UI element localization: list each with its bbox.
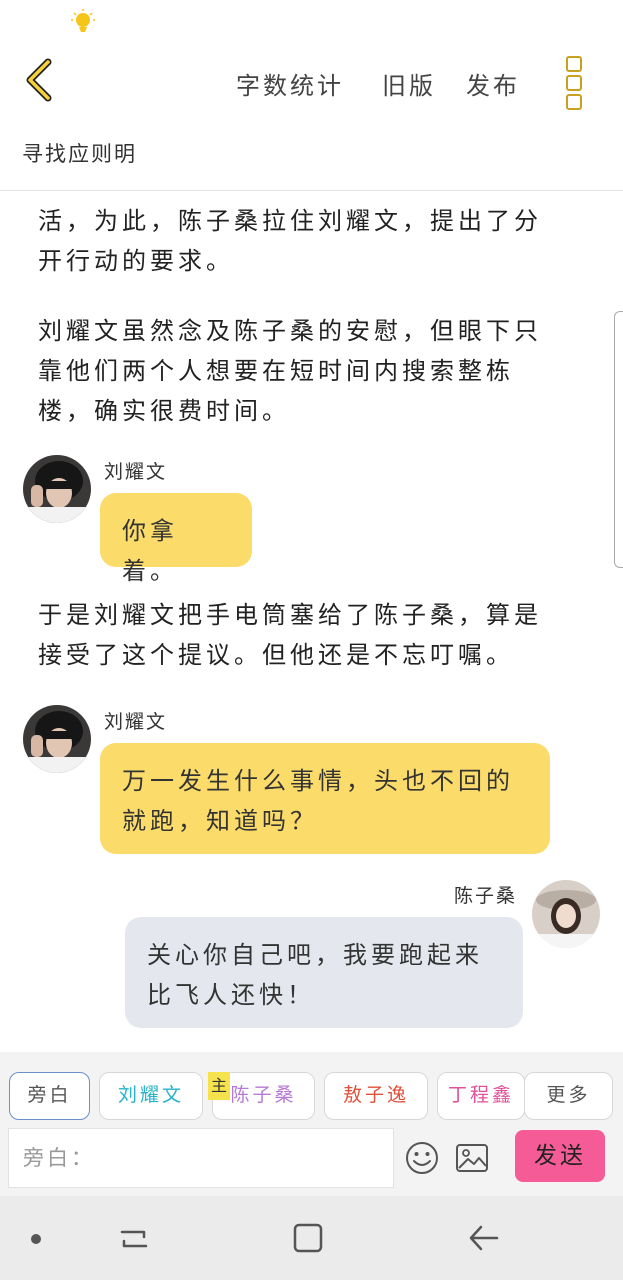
menu-dot-icon [566,56,582,72]
character-chip-liu-yaowen[interactable]: 刘耀文 [99,1072,203,1120]
back-icon[interactable] [466,1222,500,1254]
system-navigation-bar [0,1196,623,1280]
character-selector: 旁白 刘耀文 陈子桑 主 敖子逸 丁程鑫 更多 [0,1052,623,1124]
scrollbar-handle[interactable] [614,311,623,568]
recent-apps-icon[interactable] [118,1224,150,1254]
word-count-button[interactable]: 字数统计 [236,66,344,101]
message-bubble[interactable]: 你拿着。 [100,493,252,585]
narration-paragraph: 活，为此，陈子桑拉住刘耀文，提出了分开行动的要求。 [38,207,542,275]
status-bar [0,0,623,44]
speaker-name: 陈子桑 [454,885,518,907]
message-input[interactable]: 旁白： [8,1128,394,1188]
avatar-chen-zisang[interactable] [532,880,600,948]
character-chip-ding-chengxin[interactable]: 丁程鑫 [437,1072,525,1120]
speaker-name: 刘耀文 [104,461,168,483]
message-bubble[interactable]: 关心你自己吧，我要跑起来比飞人还快！ [125,917,523,1028]
send-button[interactable]: 发送 [515,1130,605,1182]
character-chip-narrator[interactable]: 旁白 [9,1072,90,1120]
more-menu-button[interactable] [558,54,588,110]
story-content[interactable]: 活，为此，陈子桑拉住刘耀文，提出了分开行动的要求。 刘耀文虽然念及陈子桑的安慰，… [0,191,623,1051]
back-chevron-icon[interactable] [18,56,66,104]
speaker-name: 刘耀文 [104,711,168,733]
more-characters-button[interactable]: 更多 [524,1072,613,1120]
message-bubble[interactable]: 万一发生什么事情，头也不回的就跑，知道吗？ [100,743,550,854]
menu-dot-icon [566,94,582,110]
top-bar: 字数统计 旧版 发布 [0,44,623,124]
avatar-liu-yaowen[interactable] [23,705,91,773]
publish-button[interactable]: 发布 [466,66,520,101]
input-bar: 旁白： 发送 [0,1124,623,1196]
lightbulb-notification-icon [71,9,95,32]
story-title: 寻找应则明 [22,142,137,166]
home-icon[interactable] [292,1222,324,1254]
old-version-button[interactable]: 旧版 [382,66,436,101]
main-character-tag: 主 [208,1072,230,1100]
menu-dot-icon [566,75,582,91]
narration-paragraph: 刘耀文虽然念及陈子桑的安慰，但眼下只靠他们两个人想要在短时间内搜索整栋楼，确实很… [38,317,542,425]
narration-paragraph: 于是刘耀文把手电筒塞给了陈子桑，算是接受了这个提议。但他还是不忘叮嘱。 [38,601,542,669]
emoji-icon[interactable] [404,1140,440,1176]
avatar-liu-yaowen[interactable] [23,455,91,523]
nav-dot-icon[interactable] [30,1233,42,1245]
character-chip-ao-ziyi[interactable]: 敖子逸 [324,1072,428,1120]
image-icon[interactable] [455,1140,489,1176]
